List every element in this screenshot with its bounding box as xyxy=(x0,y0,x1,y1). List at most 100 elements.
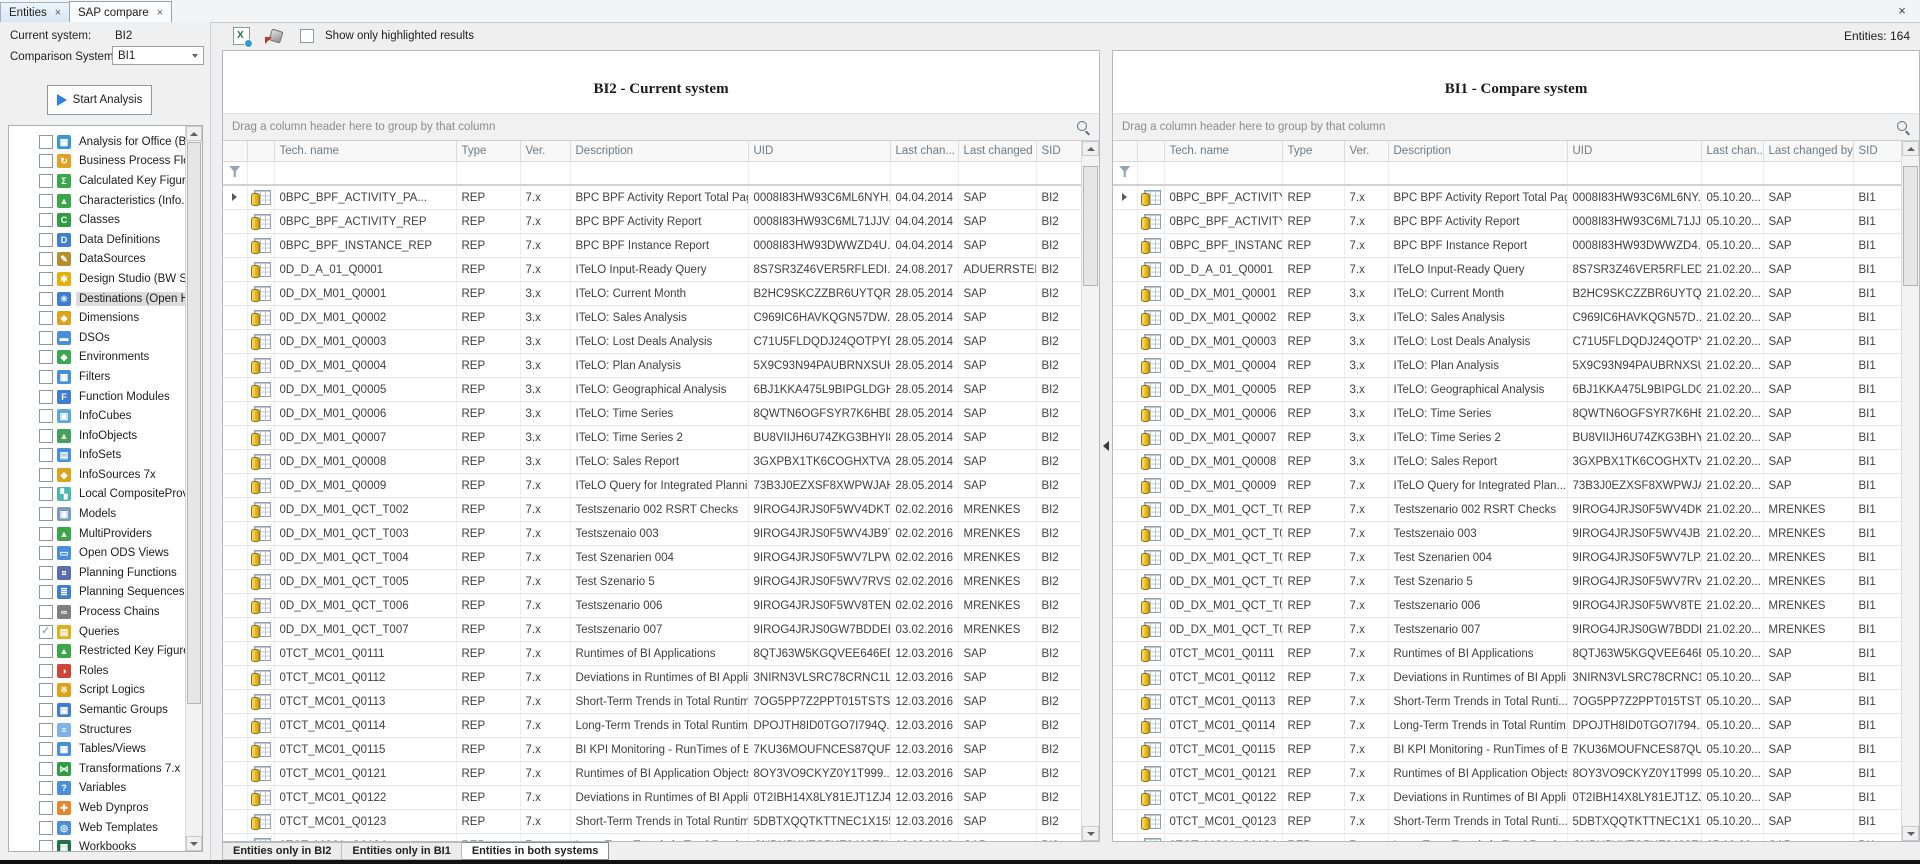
checkbox[interactable] xyxy=(39,625,53,639)
filter-cell[interactable] xyxy=(748,162,890,186)
table-row[interactable]: 0TCT_MC01_Q0122REP7.xDeviations in Runti… xyxy=(223,786,1082,810)
tab-entities-only-bi1[interactable]: Entities only in BI1 xyxy=(342,842,461,860)
table-row[interactable]: 0D_D_A_01_Q0001REP7.xITeLO Input-Ready Q… xyxy=(223,258,1082,282)
sidebar-item-characteristics-info[interactable]: ▲Characteristics (Info... xyxy=(9,191,186,211)
close-icon[interactable]: × xyxy=(157,8,163,18)
table-row[interactable]: 0D_DX_M01_QCT_T006REP7.xTestszenario 006… xyxy=(223,594,1082,618)
scrollbar-thumb[interactable] xyxy=(1903,166,1918,286)
table-row[interactable]: 0TCT_MC01_Q0121REP7.xRuntimes of BI Appl… xyxy=(1113,762,1902,786)
table-row[interactable]: 0D_DX_M01_Q0002REP3.xITeLO: Sales Analys… xyxy=(1113,306,1902,330)
checkbox[interactable] xyxy=(39,370,53,384)
sidebar-item-tables-views[interactable]: ▦Tables/Views xyxy=(9,739,186,759)
filter-cell[interactable] xyxy=(274,162,456,186)
sidebar-item-infocubes[interactable]: ▣InfoCubes xyxy=(9,406,186,426)
tab-entities-in-both-systems[interactable]: Entities in both systems xyxy=(462,842,610,860)
sidebar-item-transformations-7-x[interactable]: ⋈Transformations 7.x xyxy=(9,759,186,779)
sidebar-item-calculated-key-figures[interactable]: ΣCalculated Key Figures xyxy=(9,171,186,191)
scroll-down-icon[interactable] xyxy=(186,836,202,851)
filter-cell[interactable] xyxy=(1853,162,1902,186)
column-header[interactable]: SID xyxy=(1036,141,1082,162)
table-row[interactable]: 0D_DX_M01_QCT_T002REP7.xTestszenario 002… xyxy=(223,498,1082,522)
table-row[interactable]: 0D_DX_M01_Q0009REP7.xITeLO Query for Int… xyxy=(223,474,1082,498)
tab-sap-compare[interactable]: SAP compare × xyxy=(69,1,172,23)
checkbox[interactable] xyxy=(39,233,53,247)
sidebar-item-infosources-7x[interactable]: ◆InfoSources 7x xyxy=(9,465,186,485)
table-row[interactable]: 0D_DX_M01_Q0004REP3.xITeLO: Plan Analysi… xyxy=(223,354,1082,378)
filter-cell[interactable] xyxy=(1388,162,1567,186)
highlight-results-icon[interactable] xyxy=(265,29,282,44)
row-expand-icon[interactable] xyxy=(232,193,237,201)
checkbox[interactable] xyxy=(39,781,53,795)
checkbox[interactable] xyxy=(39,331,53,345)
table-row[interactable]: 0D_DX_M01_QCT_T005REP7.xTest Szenario 59… xyxy=(223,570,1082,594)
table-row[interactable]: 0TCT_MC01_Q0112REP7.xDeviations in Runti… xyxy=(1113,666,1902,690)
table-row[interactable]: 0D_DX_M01_Q0006REP3.xITeLO: Time Series8… xyxy=(1113,402,1902,426)
table-row[interactable]: 0BPC_BPF_INSTANCE_REPREP7.xBPC BPF Insta… xyxy=(223,234,1082,258)
table-row[interactable]: 0D_DX_M01_QCT_T002REP7.xTestszenario 002… xyxy=(1113,498,1902,522)
filter-cell[interactable] xyxy=(1282,162,1344,186)
filter-cell[interactable] xyxy=(1763,162,1853,186)
checkbox[interactable] xyxy=(39,605,53,619)
column-header[interactable]: Tech. name xyxy=(1164,141,1282,162)
comparison-system-select[interactable]: BI1 xyxy=(112,46,204,65)
sidebar-item-business-process-flows[interactable]: ↻Business Process Flows xyxy=(9,152,186,172)
scroll-up-icon[interactable] xyxy=(1082,141,1099,156)
show-only-highlighted-checkbox[interactable] xyxy=(300,29,314,43)
column-header[interactable]: Ver. xyxy=(1344,141,1388,162)
checkbox[interactable] xyxy=(39,174,53,188)
table-row[interactable]: 0D_DX_M01_Q0006REP3.xITeLO: Time Series8… xyxy=(223,402,1082,426)
filter-cell[interactable] xyxy=(1036,162,1082,186)
table-row[interactable]: 0BPC_BPF_ACTIVITY_REPREP7.xBPC BPF Activ… xyxy=(1113,210,1902,234)
table-row[interactable]: 0BPC_BPF_ACTIVITY_PA...REP7.xBPC BPF Act… xyxy=(223,185,1082,210)
sidebar-item-local-compositeprovi[interactable]: ▚Local CompositeProvi... xyxy=(9,485,186,505)
checkbox[interactable] xyxy=(39,664,53,678)
sidebar-item-models[interactable]: ▣Models xyxy=(9,504,186,524)
checkbox[interactable] xyxy=(39,507,53,521)
checkbox[interactable] xyxy=(39,272,53,286)
group-by-panel[interactable]: Drag a column header here to group by th… xyxy=(1113,113,1919,141)
grid-splitter[interactable] xyxy=(1100,50,1112,842)
sidebar-item-datasources[interactable]: ✎DataSources xyxy=(9,250,186,270)
checkbox[interactable] xyxy=(39,292,53,306)
sidebar-item-semantic-groups[interactable]: ▦Semantic Groups xyxy=(9,700,186,720)
checkbox[interactable] xyxy=(39,154,53,168)
sidebar-item-restricted-key-figures[interactable]: ▲Restricted Key Figures xyxy=(9,641,186,661)
checkbox[interactable] xyxy=(39,194,53,208)
checkbox[interactable] xyxy=(39,527,53,541)
column-header[interactable]: Description xyxy=(570,141,748,162)
checkbox[interactable] xyxy=(39,213,53,227)
table-row[interactable]: 0D_DX_M01_QCT_T003REP7.xTestszenaio 0039… xyxy=(1113,522,1902,546)
filter-cell[interactable] xyxy=(1164,162,1282,186)
table-row[interactable]: 0D_DX_M01_Q0007REP3.xITeLO: Time Series … xyxy=(1113,426,1902,450)
sidebar-item-function-modules[interactable]: FFunction Modules xyxy=(9,387,186,407)
filter-cell[interactable] xyxy=(247,162,274,186)
tree-scrollbar[interactable] xyxy=(185,126,202,851)
checkbox[interactable] xyxy=(39,801,53,815)
sidebar-item-destinations-open-h[interactable]: ✳Destinations (Open H... xyxy=(9,289,186,309)
table-row[interactable]: 0TCT_MC01_Q0113REP7.xShort-Term Trends i… xyxy=(1113,690,1902,714)
table-row[interactable]: 0TCT_MC01_Q0111REP7.xRuntimes of BI Appl… xyxy=(223,642,1082,666)
sidebar-item-open-ods-views[interactable]: ▭Open ODS Views xyxy=(9,543,186,563)
table-row[interactable]: 0BPC_BPF_INSTANCE_...REP7.xBPC BPF Insta… xyxy=(1113,234,1902,258)
sidebar-item-web-dynpros[interactable]: ✚Web Dynpros xyxy=(9,798,186,818)
table-row[interactable]: 0D_DX_M01_Q0001REP3.xITeLO: Current Mont… xyxy=(223,282,1082,306)
sidebar-item-infoobjects[interactable]: ▲InfoObjects xyxy=(9,426,186,446)
table-row[interactable]: 0D_DX_M01_Q0003REP3.xITeLO: Lost Deals A… xyxy=(223,330,1082,354)
filter-cell[interactable] xyxy=(958,162,1036,186)
checkbox[interactable] xyxy=(39,252,53,266)
column-header[interactable]: Last changed by xyxy=(958,141,1036,162)
table-row[interactable]: 0D_DX_M01_Q0002REP3.xITeLO: Sales Analys… xyxy=(223,306,1082,330)
checkbox[interactable] xyxy=(39,487,53,501)
checkbox[interactable] xyxy=(39,703,53,717)
filter-cell[interactable] xyxy=(1137,162,1164,186)
table-row[interactable]: 0D_DX_M01_QCT_T006REP7.xTestszenario 006… xyxy=(1113,594,1902,618)
filter-cell[interactable] xyxy=(1701,162,1763,186)
excel-export-icon[interactable] xyxy=(233,27,250,45)
sidebar-item-script-logics[interactable]: ※Script Logics xyxy=(9,681,186,701)
sidebar-item-infosets[interactable]: ▤InfoSets xyxy=(9,446,186,466)
tab-entities[interactable]: Entities × xyxy=(0,2,70,22)
checkbox[interactable] xyxy=(39,762,53,776)
sidebar-item-design-studio-bw-s[interactable]: ✱Design Studio (BW S... xyxy=(9,269,186,289)
table-row[interactable]: 0TCT_MC01_Q0115REP7.xBI KPI Monitoring -… xyxy=(223,738,1082,762)
sidebar-item-process-chains[interactable]: ∞Process Chains xyxy=(9,602,186,622)
